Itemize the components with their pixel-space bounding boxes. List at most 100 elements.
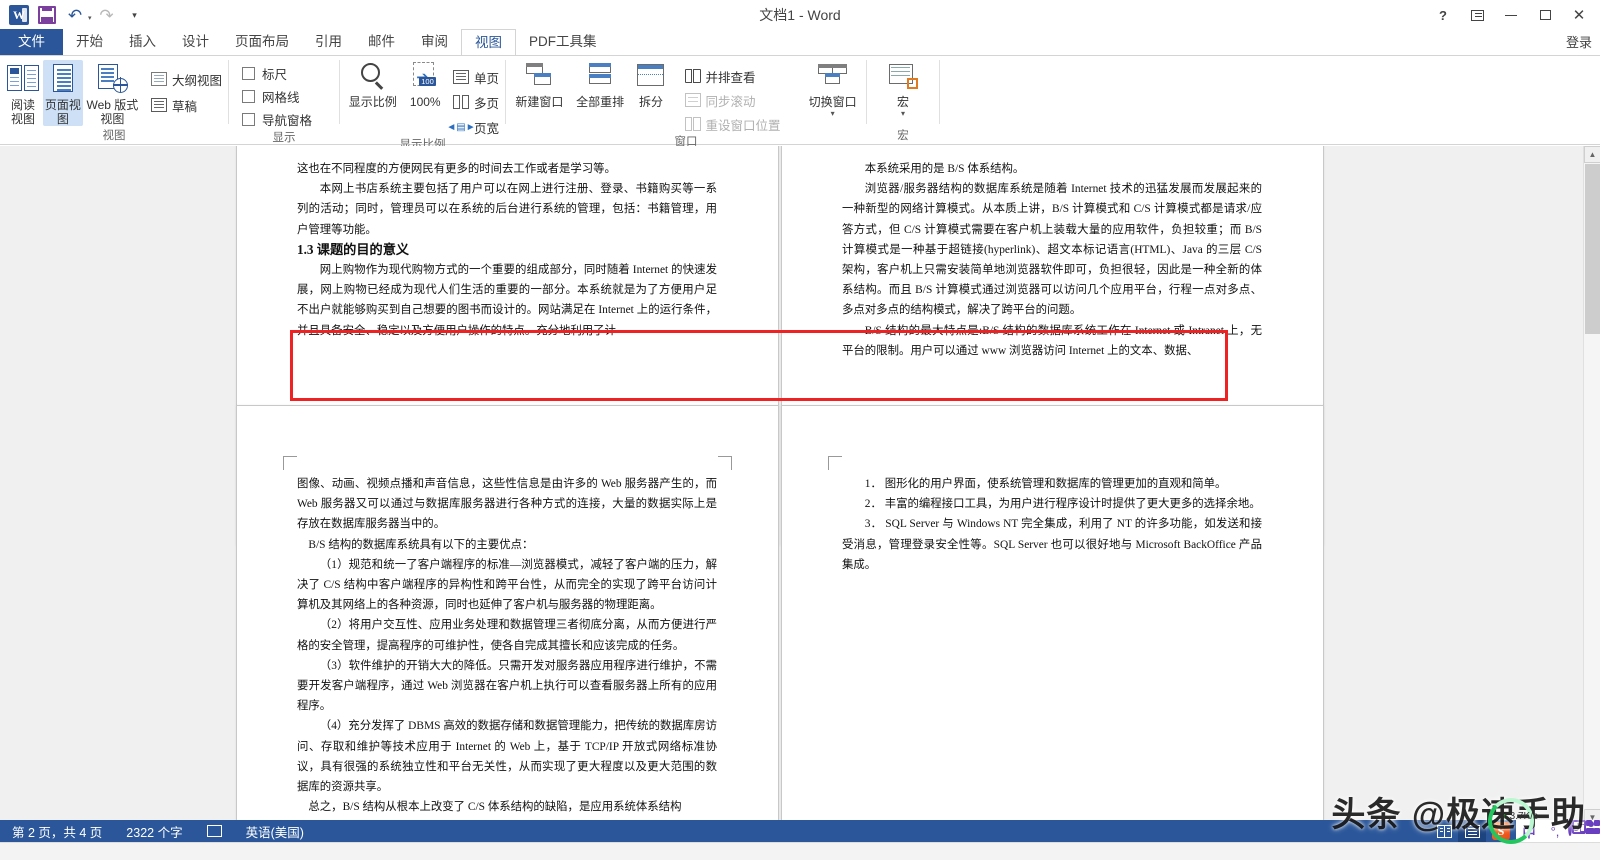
zoom-magnifier-icon <box>356 62 390 92</box>
network-speed-label: ↑ 3.7K/s <box>1502 811 1538 822</box>
tab-file[interactable]: 文件 <box>0 29 63 55</box>
view-side-by-side-icon <box>684 69 701 83</box>
button-split[interactable]: 拆分 <box>631 60 672 109</box>
login-link[interactable]: 登录 <box>1566 32 1592 51</box>
paragraph: （1）规范和统一了客户端程序的标准—浏览器模式，减轻了客户端的压力，解决了 C/… <box>297 558 717 612</box>
taskbar <box>0 842 1600 860</box>
minimize-icon <box>1505 14 1517 16</box>
tab-home[interactable]: 开始 <box>63 29 116 55</box>
checkbox-navigation-pane[interactable]: 导航窗格 <box>240 108 312 131</box>
status-language[interactable]: 英语(美国) <box>234 822 316 841</box>
close-icon: ✕ <box>1572 6 1586 24</box>
scroll-up-button[interactable]: ▲ <box>1584 146 1600 163</box>
one-page-icon <box>452 70 469 84</box>
page-right-bottom-body: 1． 图形化的用户界面，使系统管理和数据库的管理更加的直观和简单。 2． 丰富的… <box>842 474 1262 575</box>
paragraph: 本网上书店系统主要包括了用户可以在网上进行注册、登录、书籍购买等一系列的活动；同… <box>297 183 717 236</box>
reset-window-position-icon <box>684 117 701 131</box>
checkbox-gridlines[interactable]: 网格线 <box>240 85 312 108</box>
button-multiple-pages[interactable]: 多页 <box>450 91 502 113</box>
paragraph: 1． 图形化的用户界面，使系统管理和数据库的管理更加的直观和简单。 <box>864 478 1227 490</box>
ribbon-display-options-button[interactable] <box>1460 2 1494 28</box>
zoom-100-icon: ➔100 <box>408 62 442 92</box>
button-switch-windows[interactable]: 切换窗口 ▾ <box>802 60 863 118</box>
page-left-bottom[interactable]: 图像、动画、视频点播和声音信息，这些性信息是由许多的 Web 服务器产生的，而 … <box>236 405 779 826</box>
document-canvas[interactable]: 这也在不同程度的方便网民有更多的时间去工作或者是学习等。 本网上书店系统主要包括… <box>0 146 1600 826</box>
button-draft-view[interactable]: 草稿 <box>148 94 225 116</box>
help-button[interactable]: ? <box>1426 2 1460 28</box>
maximize-button[interactable] <box>1528 2 1562 28</box>
button-synchronous-scrolling[interactable]: 同步滚动 <box>682 89 784 111</box>
page-width-icon: ◄▤► <box>446 121 476 133</box>
button-one-page[interactable]: 单页 <box>450 66 502 88</box>
button-arrange-all[interactable]: 全部重排 <box>570 60 631 109</box>
synchronous-scrolling-label: 同步滚动 <box>705 94 756 109</box>
outline-view-label: 大纲视图 <box>171 73 222 88</box>
paragraph: B/S 结构的最大特点是:B/S 结构的数据库系统工作在 Internet 或 … <box>842 324 1262 357</box>
tab-design[interactable]: 设计 <box>169 29 222 55</box>
button-read-mode[interactable]: 阅读 视图 <box>3 60 43 126</box>
button-macros[interactable]: 宏 ▾ <box>874 60 932 118</box>
macros-icon <box>886 62 920 92</box>
scrollbar-thumb[interactable] <box>1585 164 1600 334</box>
paragraph: 本系统采用的是 B/S 体系结构。 <box>864 163 1025 175</box>
tab-page-layout[interactable]: 页面布局 <box>222 29 302 55</box>
outline-view-icon <box>150 72 167 86</box>
paragraph: 2． 丰富的编程接口工具，为用户进行程序设计时提供了更大更多的选择余地。 <box>864 498 1261 511</box>
synchronous-scrolling-icon <box>684 93 701 107</box>
button-page-width[interactable]: ◄▤► 页宽 <box>446 116 502 138</box>
multiple-pages-icon <box>452 95 469 109</box>
vertical-scrollbar[interactable]: ▲ ▼ <box>1583 146 1600 826</box>
tab-references[interactable]: 引用 <box>302 29 355 55</box>
paragraph: （3）软件维护的开销大大的降低。只需开发对服务器应用程序进行维护，不需要开发客户… <box>297 659 717 713</box>
checkbox-ruler[interactable]: 标尺 <box>240 62 312 85</box>
button-web-layout-label: Web 版式视图 <box>86 98 139 126</box>
switch-windows-caret-icon[interactable]: ▾ <box>831 110 835 118</box>
button-outline-view[interactable]: 大纲视图 <box>148 68 225 90</box>
switch-windows-icon <box>815 62 851 92</box>
paragraph: 总之，B/S 结构从根本上改变了 C/S 体系结构的缺陷，是应用系统体系结构 <box>308 801 682 814</box>
minimize-button[interactable] <box>1494 2 1528 28</box>
ruler-label: 标尺 <box>262 68 288 82</box>
button-read-mode-label-line2: 视图 <box>10 112 35 126</box>
watermark-text: 头条 @极速手助 <box>1331 796 1586 834</box>
ribbon-tab-strip: 文件 开始 插入 设计 页面布局 引用 邮件 审阅 视图 PDF工具集 登录 <box>0 29 1600 55</box>
tab-pdf-tools[interactable]: PDF工具集 <box>516 29 610 55</box>
paragraph: 这也在不同程度的方便网民有更多的时间去工作或者是学习等。 <box>297 163 616 175</box>
button-web-layout[interactable]: Web 版式视图 <box>83 60 142 126</box>
button-new-window[interactable]: 新建窗口 <box>509 60 570 109</box>
ribbon-group-zoom: 显示比例 ➔100 100% 单页 <box>340 56 505 151</box>
ribbon-group-views-label: 视图 <box>102 130 126 142</box>
button-print-layout[interactable]: 页面视图 <box>42 60 83 126</box>
paragraph: 浏览器/服务器结构的数据库系统是随着 Internet 技术的迅猛发展而发展起来… <box>842 183 1262 317</box>
multiple-pages-label: 多页 <box>473 96 499 111</box>
proofing-errors-icon[interactable] <box>195 824 234 838</box>
button-zoom-100[interactable]: ➔100 100% <box>403 60 448 109</box>
button-split-label: 拆分 <box>639 95 664 109</box>
status-word-count[interactable]: 2322 个字 <box>114 822 194 841</box>
ribbon-group-window: 新建窗口 全部重排 拆分 并排查看 同步滚动 重设窗口位置 切换窗口 ▾ 窗口 <box>506 56 866 148</box>
tab-review[interactable]: 审阅 <box>408 29 461 55</box>
tab-insert[interactable]: 插入 <box>116 29 169 55</box>
tab-mailings[interactable]: 邮件 <box>355 29 408 55</box>
ruler-checkbox-icon <box>242 67 255 80</box>
upload-arrow-icon: ↑ <box>1502 811 1507 821</box>
macros-caret-icon[interactable]: ▾ <box>901 110 905 118</box>
draft-view-label: 草稿 <box>171 99 197 114</box>
status-page-info[interactable]: 第 2 页，共 4 页 <box>0 822 114 841</box>
paragraph: 网上购物作为现代购物方式的一个重要的组成部分，同时随着 Internet 的快速… <box>297 264 717 337</box>
close-button[interactable]: ✕ <box>1562 2 1596 28</box>
button-view-side-by-side[interactable]: 并排查看 <box>682 65 784 87</box>
document-title: 文档1 - Word <box>759 7 841 23</box>
button-print-layout-label: 页面视图 <box>44 98 81 126</box>
tab-view[interactable]: 视图 <box>461 29 516 55</box>
page-right-bottom[interactable]: 1． 图形化的用户界面，使系统管理和数据库的管理更加的直观和简单。 2． 丰富的… <box>781 405 1324 826</box>
ribbon-group-macros-label: 宏 <box>897 130 909 142</box>
button-read-mode-label-line1: 阅读 <box>10 98 35 112</box>
gridlines-checkbox-icon <box>242 90 255 103</box>
button-zoom[interactable]: 显示比例 <box>343 60 403 109</box>
navigation-pane-label: 导航窗格 <box>262 114 313 128</box>
button-reset-window-position[interactable]: 重设窗口位置 <box>682 113 784 135</box>
help-label: ? <box>1439 7 1447 23</box>
paragraph: B/S 结构的数据库系统具有以下的主要优点： <box>308 538 534 551</box>
ribbon-display-icon <box>1470 9 1484 21</box>
